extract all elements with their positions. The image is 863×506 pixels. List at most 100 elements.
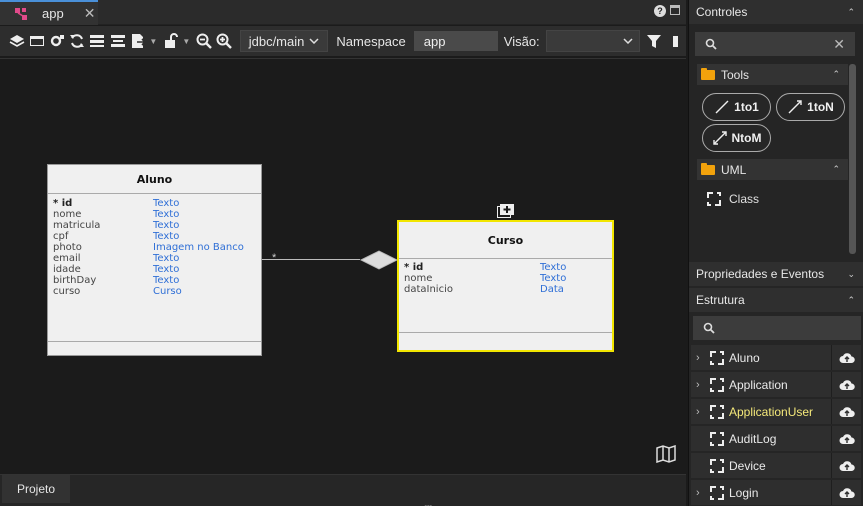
zoom-out-icon[interactable] [195,32,212,50]
attribute-type[interactable]: Texto [153,253,179,264]
add-entity-icon[interactable] [497,204,514,218]
attribute-type[interactable]: Texto [153,220,179,231]
attribute-type[interactable]: Texto [153,275,179,286]
unlock-icon[interactable] [162,32,179,50]
entity-attribute-row[interactable]: curso Curso [53,286,256,297]
namespace-input[interactable] [413,31,498,51]
estrutura-search[interactable] [693,316,861,340]
tree-item[interactable]: › ApplicationUser [691,399,861,424]
layers-icon[interactable] [8,32,25,50]
section-uml[interactable]: UML ⌃ [697,159,848,180]
aggregation-diamond-icon[interactable] [360,250,398,270]
entity-attribute-row[interactable]: nome Texto [404,273,607,284]
tree-item-label: Aluno [729,350,760,365]
attribute-type[interactable]: Texto [153,198,179,209]
attribute-type[interactable]: Texto [153,231,179,242]
attribute-type[interactable]: Texto [540,273,566,284]
visao-select[interactable] [545,30,640,52]
chevron-down-icon[interactable]: ▼ [149,37,157,46]
attribute-type[interactable]: Curso [153,286,182,297]
branch-select[interactable]: jdbc/main [239,30,329,52]
section-tools[interactable]: Tools ⌃ [697,64,848,85]
clear-icon[interactable]: ✕ [833,36,845,53]
refresh-icon[interactable] [69,32,86,50]
attribute-type[interactable]: Data [540,284,564,295]
tabbar-actions: ? [654,5,680,17]
attribute-name: nome [404,273,433,284]
attribute-type[interactable]: Texto [153,209,179,220]
cloud-upload-icon[interactable] [831,399,861,424]
panel-estrutura-header[interactable]: Estrutura ⌃ [689,288,863,312]
attribute-name: curso [53,286,81,297]
attribute-name: email [53,253,81,264]
cloud-upload-icon[interactable] [831,480,861,505]
help-icon[interactable]: ? [654,5,666,17]
window-icon[interactable] [28,32,45,50]
entity-attribute-row[interactable]: dataInicio Data [404,284,607,295]
entity-attribute-row[interactable]: idade Texto [53,264,256,275]
tab-projeto[interactable]: Projeto [2,475,70,503]
expand-icon[interactable]: ⌄ [847,269,855,280]
align-icon[interactable] [109,32,126,50]
tree-item-label: Device [729,458,766,473]
controles-search[interactable]: ✕ [695,32,855,56]
cloud-upload-icon[interactable] [831,426,861,451]
tree-item[interactable]: › Application [691,372,861,397]
chevron-down-icon[interactable]: ▼ [182,37,190,46]
cloud-upload-icon[interactable] [831,372,861,397]
entity-attribute-row[interactable]: * id Texto [53,198,256,209]
entity-curso[interactable]: Curso * id Texto nome Texto dataInicio Data [397,220,614,352]
arrow-line-icon [788,100,802,114]
panel-propriedades-header[interactable]: Propriedades e Eventos ⌄ [689,262,863,286]
tree-item[interactable]: › Aluno [691,345,861,370]
stack-icon[interactable] [89,32,106,50]
cloud-upload-icon[interactable] [831,453,861,478]
entity-attribute-row[interactable]: cpf Texto [53,231,256,242]
chevron-right-icon[interactable]: › [696,379,706,391]
resize-grip-icon[interactable]: ••• [424,502,432,506]
eraser-icon[interactable] [666,32,683,50]
visao-label: Visão: [503,33,540,49]
relation-line[interactable] [262,259,360,260]
attribute-name: * id [404,262,424,273]
tab-app[interactable]: app ✕ [0,0,98,25]
controles-scrollbar[interactable] [849,64,856,254]
close-icon[interactable]: ✕ [84,5,96,22]
class-bracket-icon [707,192,721,206]
entity-attribute-row[interactable]: matricula Texto [53,220,256,231]
tool-1to1-button[interactable]: 1to1 [702,93,771,121]
tool-NtoM-button[interactable]: NtoM [702,124,771,152]
export-icon[interactable] [129,32,146,50]
panel-controles-header[interactable]: Controles ⌃ [689,0,863,24]
tree-item[interactable]: › Login [691,480,861,505]
cloud-upload-icon[interactable] [831,345,861,370]
entity-attribute-row[interactable]: * id Texto [404,262,607,273]
attribute-type[interactable]: Imagem no Banco [153,242,244,253]
zoom-in-icon[interactable] [216,32,233,50]
entity-attribute-row[interactable]: nome Texto [53,209,256,220]
collapse-icon[interactable]: ⌃ [832,164,840,175]
uml-class-item[interactable]: Class [707,192,759,206]
entity-attribute-row[interactable]: birthDay Texto [53,275,256,286]
tool-1toN-button[interactable]: 1toN [776,93,845,121]
collapse-icon[interactable]: ⌃ [847,7,855,18]
entity-attribute-row[interactable]: email Texto [53,253,256,264]
chevron-right-icon[interactable]: › [696,352,706,364]
maximize-icon[interactable] [670,5,680,15]
filter-icon[interactable] [646,32,663,50]
entity-aluno[interactable]: Aluno * id Texto nome Texto matricula Texto cp… [47,164,262,356]
attribute-type[interactable]: Texto [153,264,179,275]
collapse-icon[interactable]: ⌃ [847,295,855,306]
settings-gear-icon[interactable] [48,32,65,50]
entity-footer [48,341,261,342]
map-icon[interactable] [656,445,676,463]
class-bracket-icon [710,377,724,392]
attribute-type[interactable]: Texto [540,262,566,273]
tool-label: NtoM [731,131,762,145]
entity-attribute-row[interactable]: photo Imagem no Banco [53,242,256,253]
tree-item[interactable]: Device [691,453,861,478]
collapse-icon[interactable]: ⌃ [832,69,840,80]
tree-item[interactable]: AuditLog [691,426,861,451]
chevron-right-icon[interactable]: › [696,406,706,418]
chevron-right-icon[interactable]: › [696,487,706,499]
